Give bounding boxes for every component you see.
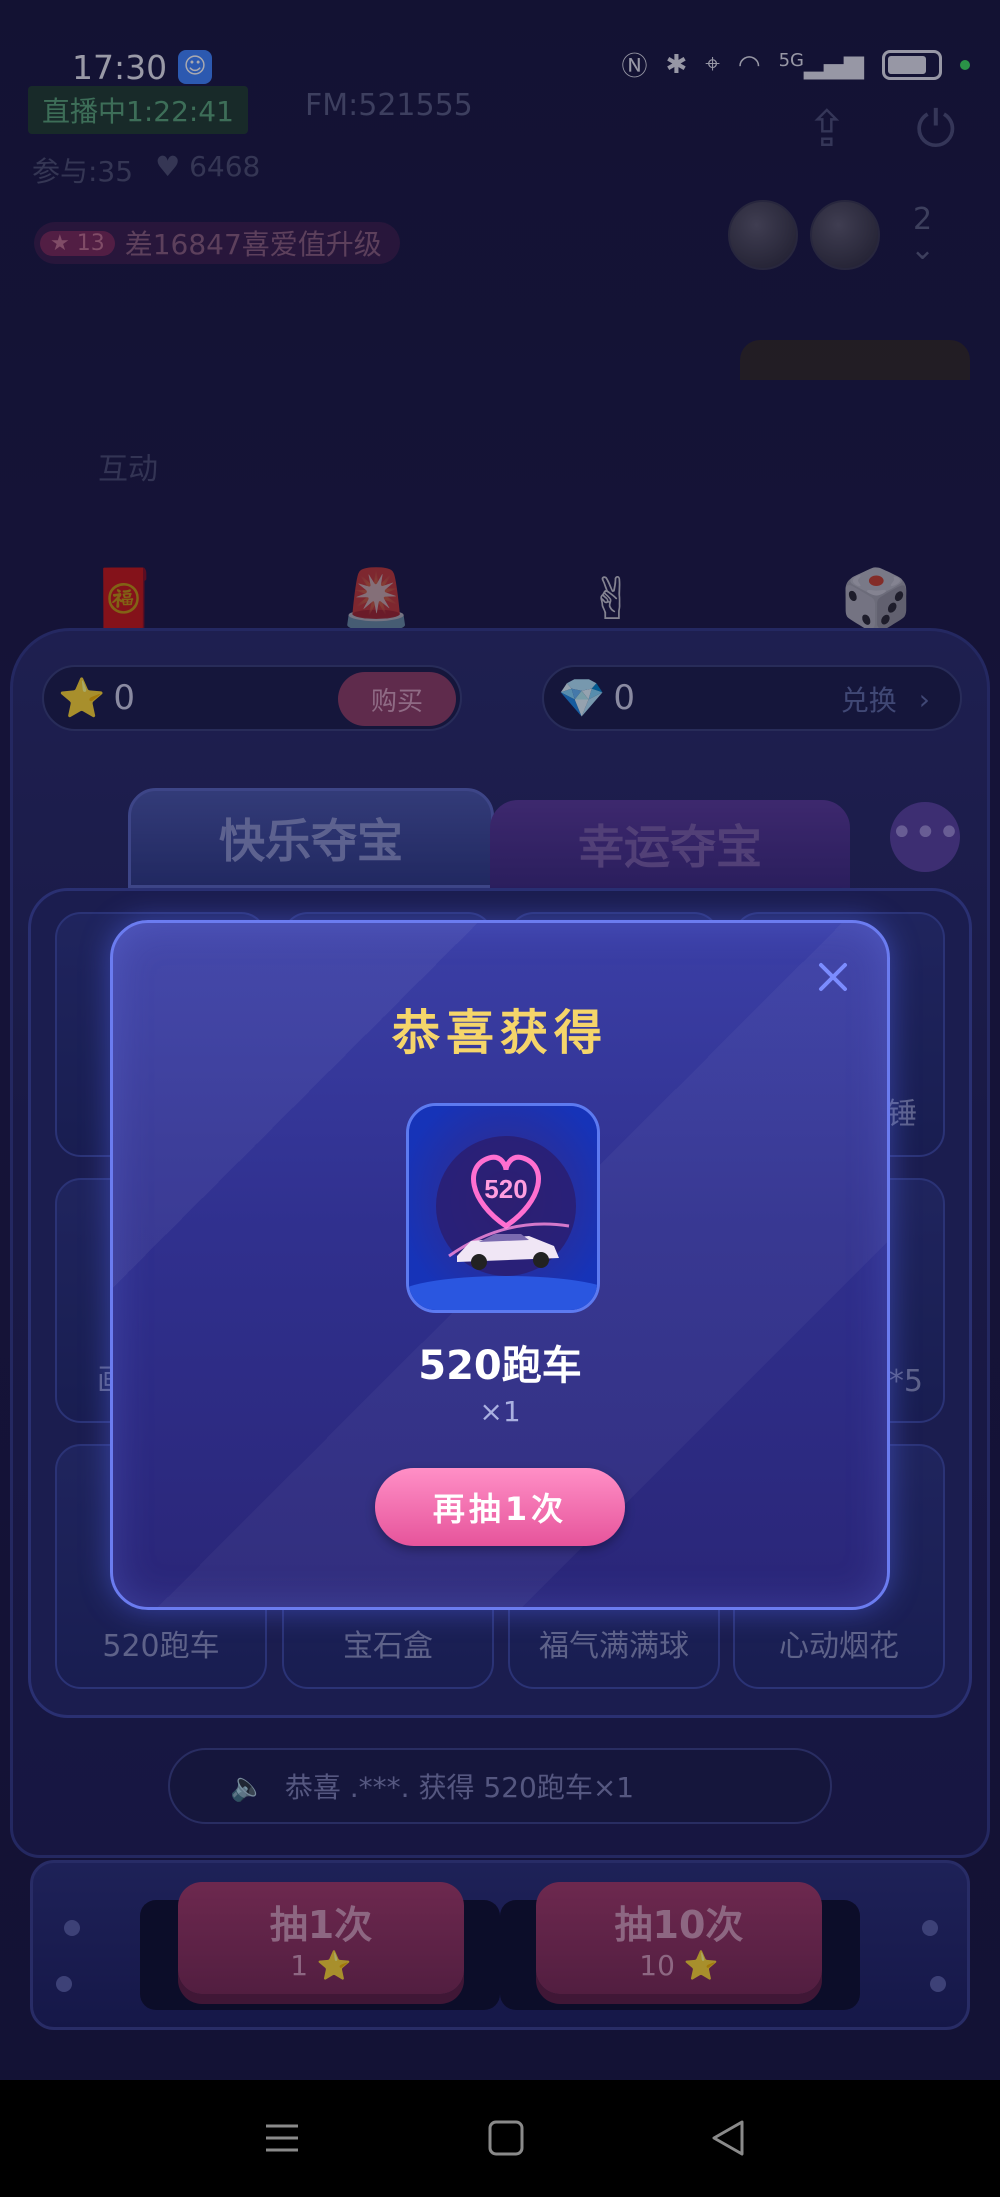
svg-text:520: 520	[484, 1174, 527, 1204]
close-icon[interactable]	[813, 957, 853, 997]
prize-quantity: ×1	[479, 1395, 521, 1428]
menu-icon[interactable]	[262, 2118, 302, 2158]
back-icon[interactable]	[708, 2118, 748, 2158]
modal-title: 恭喜获得	[391, 1005, 608, 1061]
sports-car-icon: 520	[409, 1106, 597, 1310]
home-icon[interactable]	[486, 2118, 526, 2158]
draw-again-button[interactable]: 再抽1次	[375, 1468, 625, 1546]
system-nav-bar	[0, 2080, 1000, 2197]
prize-won-modal: 恭喜获得 520 520跑车 ×1 再抽1次	[110, 920, 890, 1610]
prize-name: 520跑车	[418, 1343, 582, 1389]
prize-image: 520	[406, 1103, 600, 1313]
